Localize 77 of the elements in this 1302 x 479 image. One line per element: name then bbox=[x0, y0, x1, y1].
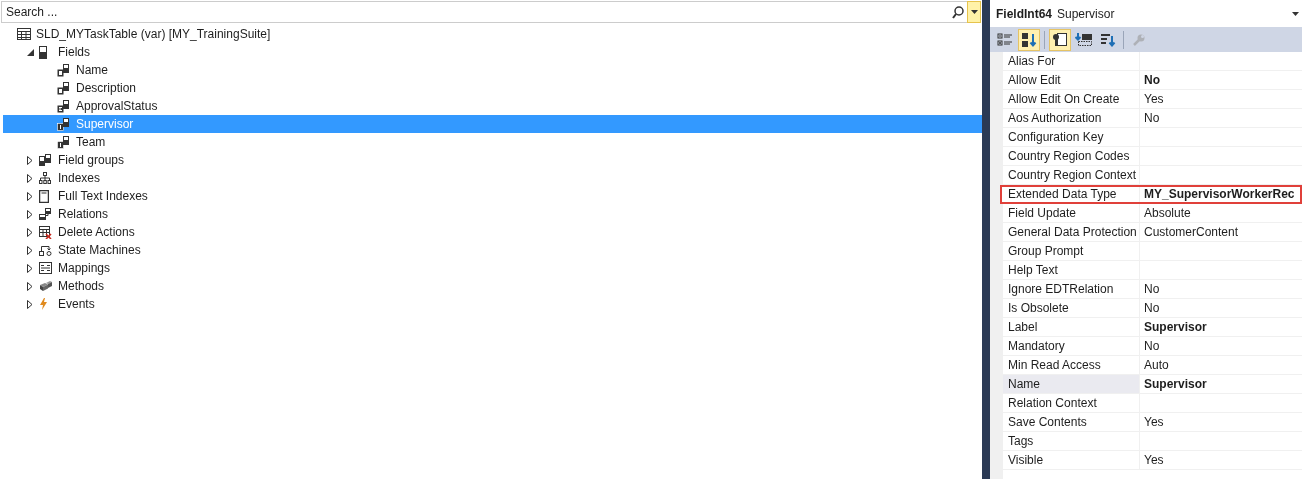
tree-item[interactable]: Indexes bbox=[3, 169, 982, 187]
tree-item[interactable]: Full Text Indexes bbox=[3, 187, 982, 205]
property-name[interactable]: Help Text bbox=[1003, 261, 1140, 279]
property-value[interactable]: No bbox=[1140, 337, 1302, 355]
property-name[interactable]: Configuration Key bbox=[1003, 128, 1140, 146]
property-value[interactable]: No bbox=[1140, 299, 1302, 317]
property-name[interactable]: Country Region Context bbox=[1003, 166, 1140, 184]
caret-icon bbox=[970, 10, 978, 14]
property-value[interactable]: Absolute bbox=[1140, 204, 1302, 222]
property-value[interactable]: Yes bbox=[1140, 90, 1302, 108]
property-value[interactable]: Yes bbox=[1140, 413, 1302, 431]
property-name[interactable]: Extended Data Type bbox=[1003, 185, 1140, 203]
property-name[interactable]: Aos Authorization bbox=[1003, 109, 1140, 127]
tree-item[interactable]: State Machines bbox=[3, 241, 982, 259]
property-name[interactable]: Alias For bbox=[1003, 52, 1140, 70]
sort-az-icon[interactable] bbox=[1018, 28, 1040, 51]
property-value[interactable]: Supervisor bbox=[1140, 318, 1302, 336]
property-value[interactable]: CustomerContent bbox=[1140, 223, 1302, 241]
property-name[interactable]: Relation Context bbox=[1003, 394, 1140, 412]
property-name[interactable]: Is Obsolete bbox=[1003, 299, 1140, 317]
property-value[interactable]: No bbox=[1140, 280, 1302, 298]
property-name[interactable]: Name bbox=[1003, 375, 1140, 393]
document-icon bbox=[39, 189, 49, 203]
blocks-icon bbox=[39, 280, 53, 292]
tree-item[interactable]: Methods bbox=[3, 277, 982, 295]
relations-icon bbox=[39, 208, 51, 220]
property-name[interactable]: Field Update bbox=[1003, 204, 1140, 222]
property-name[interactable]: Allow Edit bbox=[1003, 71, 1140, 89]
tree-item[interactable]: Delete Actions bbox=[3, 223, 982, 241]
property-name[interactable]: Visible bbox=[1003, 451, 1140, 469]
field-groups-icon bbox=[39, 154, 51, 166]
field-list-icon bbox=[39, 45, 47, 59]
tree-item[interactable]: Events bbox=[3, 295, 982, 313]
property-value[interactable]: Supervisor bbox=[1140, 375, 1302, 393]
object-name: Supervisor bbox=[1057, 6, 1115, 21]
field-icon bbox=[57, 81, 69, 95]
property-name[interactable]: General Data Protection bbox=[1003, 223, 1140, 241]
dropdown-button[interactable] bbox=[967, 1, 981, 23]
property-name[interactable]: Tags bbox=[1003, 432, 1140, 450]
tree-item[interactable]: Name bbox=[3, 61, 982, 79]
tree-item[interactable]: SLD_MYTaskTable (var) [MY_TrainingSuite] bbox=[3, 25, 982, 43]
object-type: FieldInt64 bbox=[996, 6, 1052, 21]
search-field[interactable]: Search ... bbox=[1, 1, 949, 23]
field-icon bbox=[57, 99, 69, 113]
search-icon[interactable] bbox=[949, 1, 967, 23]
state-machine-icon bbox=[39, 244, 52, 256]
tree-item[interactable]: ApprovalStatus bbox=[3, 97, 982, 115]
property-name[interactable]: Ignore EDTRelation bbox=[1003, 280, 1140, 298]
tree-item[interactable]: Team bbox=[3, 133, 982, 151]
property-value[interactable]: MY_SupervisorWorkerRec bbox=[1140, 185, 1302, 203]
field-icon bbox=[57, 117, 69, 131]
property-name[interactable]: Min Read Access bbox=[1003, 356, 1140, 374]
properties-icon[interactable] bbox=[1049, 28, 1071, 51]
property-value[interactable]: Auto bbox=[1140, 356, 1302, 374]
tree-item[interactable]: Relations bbox=[3, 205, 982, 223]
property-value[interactable]: No bbox=[1140, 71, 1302, 89]
tree-item[interactable]: Fields bbox=[3, 43, 982, 61]
property-name[interactable]: Mandatory bbox=[1003, 337, 1140, 355]
tree-item[interactable]: Description bbox=[3, 79, 982, 97]
tree-item[interactable]: Field groups bbox=[3, 151, 982, 169]
property-name[interactable]: Save Contents bbox=[1003, 413, 1140, 431]
property-value[interactable]: Yes bbox=[1140, 451, 1302, 469]
mappings-icon bbox=[39, 262, 52, 274]
collapse-arrow-icon[interactable] bbox=[26, 48, 34, 56]
property-name[interactable]: Country Region Codes bbox=[1003, 147, 1140, 165]
field-icon bbox=[57, 63, 69, 77]
property-name[interactable]: Group Prompt bbox=[1003, 242, 1140, 260]
lightning-icon bbox=[39, 298, 48, 310]
property-name[interactable]: Allow Edit On Create bbox=[1003, 90, 1140, 108]
hierarchy-icon bbox=[39, 172, 51, 184]
property-value[interactable]: No bbox=[1140, 109, 1302, 127]
table-delete-icon bbox=[39, 225, 52, 239]
dropdown-arrow-icon[interactable] bbox=[1292, 12, 1299, 16]
field-icon bbox=[57, 135, 69, 149]
table-icon bbox=[17, 28, 31, 40]
property-name[interactable]: Label bbox=[1003, 318, 1140, 336]
tree-item[interactable]: Mappings bbox=[3, 259, 982, 277]
